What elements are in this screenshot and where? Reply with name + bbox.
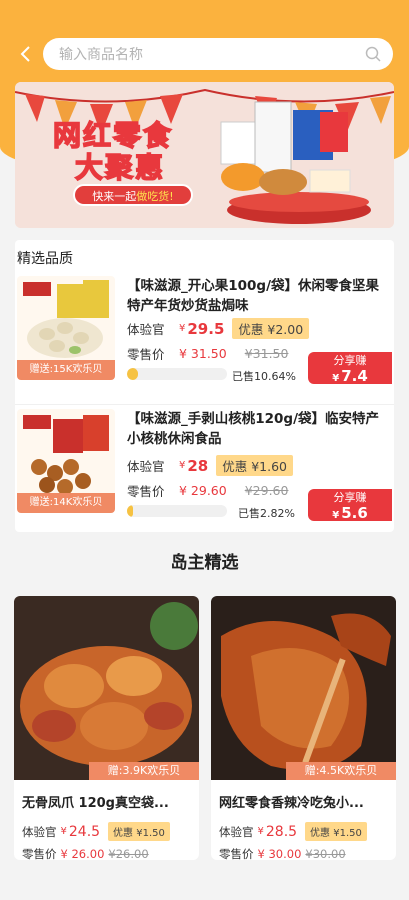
coupon-badge: 优惠 ¥2.00 <box>232 318 310 339</box>
search-icon[interactable] <box>365 46 381 62</box>
product-title[interactable]: 【味滋源_手剥山核桃120g/袋】临安特产小核桃休闲食品 <box>127 409 392 449</box>
retail-price: ¥ 30.00 <box>257 847 302 860</box>
retail-label: 零售价 <box>219 847 254 860</box>
banner-bunting-decoration <box>15 82 394 228</box>
original-price: ¥31.50 <box>244 346 289 361</box>
search-placeholder: 输入商品名称 <box>59 47 143 63</box>
trial-price-row: 体验官 ¥ 24.5 优惠 ¥1.50 <box>22 822 170 841</box>
product-image[interactable]: 赠:3.9K欢乐贝 <box>14 596 199 780</box>
retail-price: ¥ 29.60 <box>179 483 227 498</box>
banner-title-line2: 大聚惠 <box>74 150 166 185</box>
search-input[interactable]: 输入商品名称 <box>43 38 393 70</box>
retail-label: 零售价 <box>127 484 165 499</box>
sold-progress-fill <box>127 505 133 517</box>
currency-symbol: ¥ <box>60 826 67 837</box>
gift-badge: 赠:3.9K欢乐贝 <box>89 762 199 780</box>
chevron-left-icon <box>20 46 30 62</box>
product-image[interactable]: 赠送:15K欢乐贝 <box>17 276 115 380</box>
product-item[interactable]: 赠送:15K欢乐贝 【味滋源_开心果100g/袋】休闲零食坚果特产年货炒货盐焗味… <box>15 272 394 400</box>
original-price: ¥26.00 <box>108 847 149 860</box>
retail-price: ¥ 31.50 <box>179 346 227 361</box>
currency-symbol: ¥ <box>257 826 264 837</box>
original-price: ¥29.60 <box>244 483 289 498</box>
product-title[interactable]: 【味滋源_开心果100g/袋】休闲零食坚果特产年货炒货盐焗味 <box>127 276 392 316</box>
coupon-badge: 优惠 ¥1.60 <box>216 455 294 476</box>
currency-symbol: ¥ <box>179 323 186 334</box>
product-item[interactable]: 赠送:14K欢乐贝 【味滋源_手剥山核桃120g/袋】临安特产小核桃休闲食品 体… <box>15 404 394 532</box>
retail-price-row: 零售价 ¥ 30.00 ¥30.00 <box>219 846 346 860</box>
product-image[interactable]: 赠送:14K欢乐贝 <box>17 409 115 513</box>
trial-price-row: 体验官 ¥ 28.5 优惠 ¥1.50 <box>219 822 367 841</box>
featured-heading: 精选品质 <box>17 251 73 267</box>
trial-label: 体验官 <box>127 459 165 474</box>
currency-symbol: ¥ <box>332 373 340 384</box>
retail-price-row: 零售价 ¥ 31.50 ¥31.50 <box>127 344 288 363</box>
retail-label: 零售价 <box>22 847 57 860</box>
product-title[interactable]: 无骨凤爪 120g真空袋... <box>22 792 194 811</box>
product-title[interactable]: 网红零食香辣冷吃兔小... <box>219 792 391 811</box>
banner-cta-prefix: 快来一起 <box>92 190 137 203</box>
retail-label: 零售价 <box>127 347 165 362</box>
featured-section: 精选品质 赠送:15K欢乐贝 【味滋源_开心果100g/袋】休闲零食坚果特产年货… <box>15 240 394 532</box>
share-value: 7.4 <box>341 367 368 385</box>
share-value-wrap: ¥7.4 <box>308 368 392 387</box>
coupon-badge: 优惠 ¥1.50 <box>108 822 170 841</box>
share-earn-button[interactable]: 分享赚 ¥7.4 <box>308 352 392 384</box>
sold-text: 已售10.64% <box>232 370 296 383</box>
trial-label: 体验官 <box>22 824 57 839</box>
share-earn-button[interactable]: 分享赚 ¥5.6 <box>308 489 392 521</box>
product-card[interactable]: 赠:3.9K欢乐贝 无骨凤爪 120g真空袋... 体验官 ¥ 24.5 优惠 … <box>14 596 199 860</box>
trial-price: 28 <box>187 456 209 475</box>
share-value: 5.6 <box>341 504 368 522</box>
section-title: 岛主精选 <box>170 553 239 573</box>
retail-price: ¥ 26.00 <box>60 847 105 860</box>
share-label: 分享赚 <box>333 491 367 504</box>
trial-price: 24.5 <box>68 823 101 840</box>
trial-price: 28.5 <box>265 823 298 840</box>
sold-progress-bar <box>127 368 227 380</box>
retail-price-row: 零售价 ¥ 26.00 ¥26.00 <box>22 846 149 860</box>
gift-badge: 赠送:15K欢乐贝 <box>17 360 115 380</box>
trial-price-row: 体验官 ¥ 28 优惠 ¥1.60 <box>127 455 294 476</box>
coupon-badge: 优惠 ¥1.50 <box>305 822 367 841</box>
retail-price-row: 零售价 ¥ 29.60 ¥29.60 <box>127 481 288 500</box>
product-image[interactable]: 赠:4.5K欢乐贝 <box>211 596 396 780</box>
original-price: ¥30.00 <box>305 847 346 860</box>
back-button[interactable] <box>16 42 36 66</box>
banner-cta-highlight: 做吃货! <box>136 190 174 203</box>
gift-badge: 赠送:14K欢乐贝 <box>17 493 115 513</box>
sold-text: 已售2.82% <box>238 507 295 520</box>
share-label: 分享赚 <box>333 354 367 367</box>
share-value-wrap: ¥5.6 <box>308 505 392 524</box>
gift-badge: 赠:4.5K欢乐贝 <box>286 762 396 780</box>
currency-symbol: ¥ <box>332 510 340 521</box>
banner-cta-button[interactable]: 快来一起做吃货! <box>73 184 193 206</box>
trial-label: 体验官 <box>127 322 165 337</box>
trial-label: 体验官 <box>219 824 254 839</box>
promo-banner[interactable]: 网红零食 大聚惠 快来一起做吃货! <box>15 82 394 228</box>
product-card[interactable]: 赠:4.5K欢乐贝 网红零食香辣冷吃兔小... 体验官 ¥ 28.5 优惠 ¥1… <box>211 596 396 860</box>
trial-price: 29.5 <box>187 319 225 338</box>
chicken-feet-image <box>14 596 199 780</box>
sold-progress-fill <box>127 368 138 380</box>
sold-progress-bar <box>127 505 227 517</box>
currency-symbol: ¥ <box>179 460 186 471</box>
trial-price-row: 体验官 ¥ 29.5 优惠 ¥2.00 <box>127 318 310 339</box>
rabbit-meat-image <box>211 596 396 780</box>
